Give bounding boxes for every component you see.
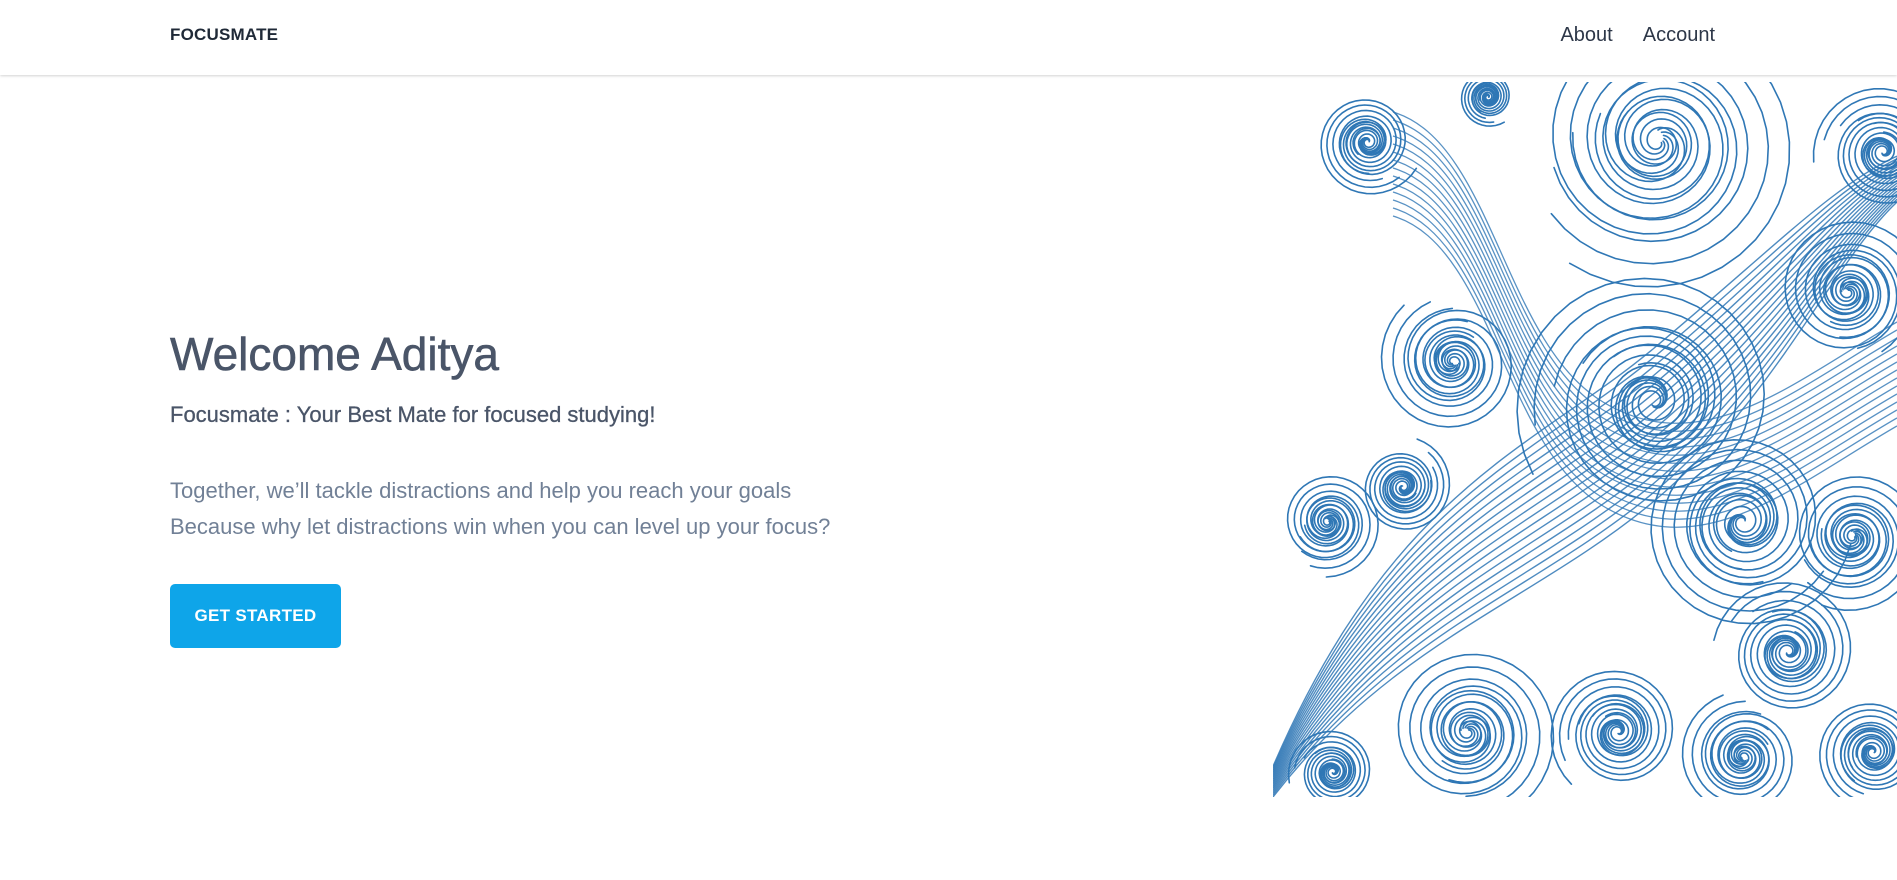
blue-swirl-waves-image <box>1273 82 1897 797</box>
nav-link-about[interactable]: About <box>1560 24 1612 47</box>
hero-description: Together, we’ll tackle distractions and … <box>170 473 930 545</box>
welcome-heading: Welcome Aditya <box>170 328 500 381</box>
top-navbar: FOCUSMATE About Account <box>0 0 1897 75</box>
nav-links: About Account <box>1560 24 1715 47</box>
nav-link-account[interactable]: Account <box>1643 24 1715 47</box>
get-started-button[interactable]: GET STARTED <box>170 584 341 648</box>
hero-subtitle: Focusmate : Your Best Mate for focused s… <box>170 402 656 427</box>
hero-section: Welcome Aditya Focusmate : Your Best Mat… <box>170 325 930 545</box>
hero-body-line: Together, we’ll tackle distractions and … <box>170 478 792 503</box>
brand-logo-text[interactable]: FOCUSMATE <box>170 25 278 45</box>
hero-body-line: Because why let distractions win when yo… <box>170 514 831 539</box>
wave-illustration <box>1273 82 1897 797</box>
